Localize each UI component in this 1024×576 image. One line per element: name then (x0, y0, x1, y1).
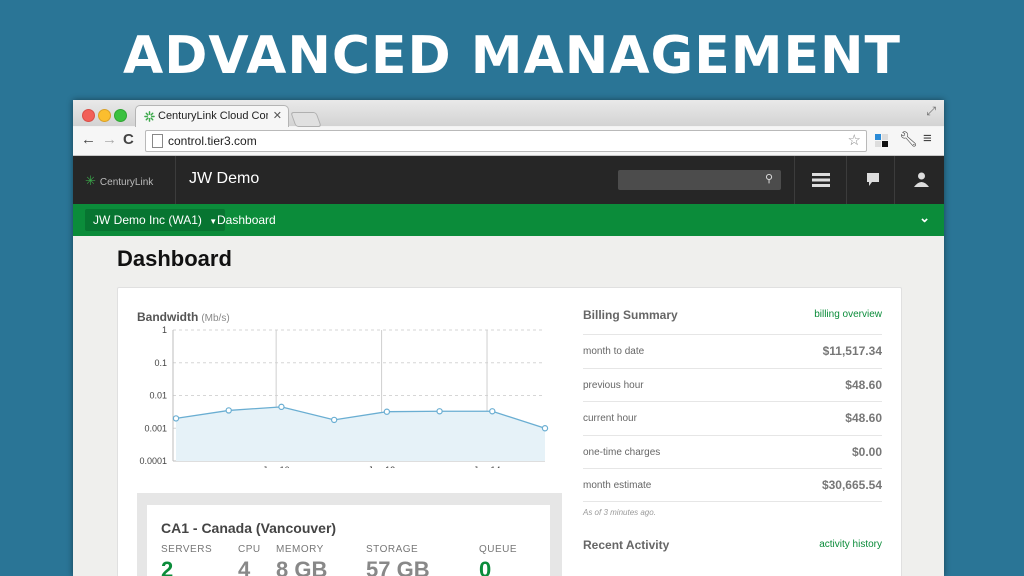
new-tab-button[interactable] (290, 112, 322, 127)
reload-icon[interactable]: C (123, 132, 134, 148)
data-point (541, 425, 549, 432)
billing-row-label: month to date (583, 346, 645, 357)
browser-window: CenturyLink Cloud Control ✕ ⤢ ← → C cont… (73, 100, 944, 576)
main-content: Dashboard Bandwidth (Mb/s) 1 0.1 0.01 0.001 0… (73, 236, 944, 576)
forward-arrow-icon[interactable]: → (102, 132, 117, 148)
server-list-button[interactable] (794, 156, 847, 204)
billing-divider (583, 501, 882, 503)
server-stack-icon (812, 172, 830, 187)
data-point (172, 415, 180, 422)
stat-label-memory: MEMORY (276, 544, 324, 555)
billing-title: Billing Summary (583, 308, 678, 322)
account-title: JW Demo (189, 170, 260, 187)
bandwidth-area (176, 406, 545, 461)
billing-row: month to date $11,517.34 (583, 334, 882, 368)
address-bar[interactable]: control.tier3.com ☆ (145, 130, 867, 152)
data-point (489, 408, 496, 415)
stat-label-cpu: CPU (238, 544, 261, 555)
data-point (436, 408, 443, 415)
stat-value-cpu: 4 (238, 557, 251, 576)
dashboard-card: Bandwidth(Mb/s) 10.10.010.0010.0001Jan 1… (117, 287, 902, 576)
stat-label-servers: SERVERS (161, 544, 213, 555)
stat-label-storage: STORAGE (366, 544, 419, 555)
billing-row-value: $48.60 (845, 378, 882, 392)
bandwidth-chart: 1 0.1 0.01 0.001 0.0001 Jan 10 Jan 12 Jan 14 (139, 325, 549, 468)
x-tick-label: Jan 12 (368, 465, 395, 468)
user-icon (913, 172, 929, 188)
logo-mark-icon: ✳︎ (85, 173, 96, 188)
billing-overview-link[interactable]: billing overview (814, 309, 882, 320)
slide-title: ADVANCED MANAGEMENT (122, 26, 902, 86)
minimize-window-button[interactable] (98, 109, 111, 122)
logo-text: CenturyLink (99, 177, 154, 188)
zoom-window-button[interactable] (114, 109, 127, 122)
breadcrumb-dashboard[interactable]: Dashboard (217, 213, 276, 227)
search-input[interactable] (624, 172, 758, 190)
fullscreen-icon[interactable]: ⤢ (926, 104, 936, 119)
wrench-icon[interactable]: 🔧︎ (899, 130, 918, 148)
back-arrow-icon[interactable]: ← (81, 132, 96, 148)
chevron-down-icon[interactable]: ⌄ (919, 210, 930, 226)
search-icon[interactable]: ⚲ (765, 172, 773, 185)
billing-row: month estimate $30,665.54 (583, 468, 882, 502)
y-tick-label: 0.001 (144, 423, 167, 433)
menu-icon[interactable]: ≡ (923, 130, 932, 147)
x-tick-label: Jan 10 (263, 465, 290, 468)
stat-value-storage: 57 GB (366, 557, 430, 576)
data-point (383, 408, 391, 415)
extension-icon[interactable] (875, 134, 888, 147)
billing-row-label: month estimate (583, 480, 652, 491)
app-header: ✳︎ CenturyLink JW Demo ⚲ (73, 156, 944, 204)
datacenter-name: CA1 - Canada (Vancouver) (161, 520, 337, 536)
billing-row-value: $30,665.54 (821, 478, 882, 492)
billing-row: previous hour $48.60 (583, 368, 882, 402)
stat-label-queue: QUEUE (479, 544, 518, 555)
y-tick-label: 0.1 (154, 358, 167, 368)
stat-value-servers: 2 (161, 557, 174, 576)
context-nav-bar: JW Demo Inc (WA1) ▼ Dashboard ⌄ (73, 204, 944, 236)
y-tick-label: 0.0001 (139, 456, 167, 466)
billing-row-value: $11,517.34 (822, 344, 882, 358)
billing-row-label: one-time charges (583, 447, 661, 458)
activity-history-link[interactable]: activity history (819, 539, 882, 550)
page-title: Dashboard (117, 246, 232, 271)
stat-value-queue: 0 (479, 557, 492, 576)
centurylink-favicon-icon (144, 111, 155, 122)
browser-toolbar: ← → C control.tier3.com ☆ 🔧︎ ≡ (73, 127, 944, 156)
search-box[interactable]: ⚲ (618, 170, 781, 190)
close-window-button[interactable] (82, 109, 95, 122)
stat-value-memory: 8 GB (276, 557, 328, 576)
recent-activity-title: Recent Activity (583, 538, 670, 552)
browser-tab[interactable]: CenturyLink Cloud Control ✕ (135, 105, 289, 128)
billing-row: current hour $48.60 (583, 401, 882, 435)
chat-bubble-icon (867, 173, 879, 187)
datacenter-card[interactable]: CA1 - Canada (Vancouver) SERVERS CPU MEM… (147, 505, 550, 576)
y-tick-label: 0.01 (149, 391, 167, 401)
x-tick-label: Jan 14 (473, 465, 500, 468)
billing-row: one-time charges $0.00 (583, 435, 882, 469)
user-profile-button[interactable] (894, 156, 944, 204)
billing-row-value: $48.60 (845, 411, 882, 425)
account-dropdown[interactable]: JW Demo Inc (WA1) ▼ (85, 209, 226, 231)
billing-timestamp-note: As of 3 minutes ago. (583, 508, 656, 517)
tab-strip: CenturyLink Cloud Control ✕ ⤢ (73, 100, 944, 128)
bookmark-star-icon[interactable]: ☆ (848, 131, 861, 149)
url-text: control.tier3.com (168, 134, 257, 148)
tab-title: CenturyLink Cloud Control (158, 110, 268, 122)
data-point (225, 407, 232, 414)
data-point (278, 403, 285, 411)
billing-row-label: previous hour (583, 380, 644, 391)
data-point (330, 416, 338, 424)
support-chat-button[interactable] (846, 156, 899, 204)
billing-row-value: $0.00 (851, 445, 882, 459)
account-dropdown-label: JW Demo Inc (WA1) (93, 213, 202, 227)
centurylink-logo[interactable]: ✳︎ CenturyLink (85, 173, 153, 189)
datacenter-panel: CA1 - Canada (Vancouver) SERVERS CPU MEM… (137, 493, 562, 576)
header-divider (175, 156, 176, 204)
y-tick-label: 1 (162, 325, 167, 335)
page-icon (152, 134, 163, 148)
caret-down-icon: ▼ (209, 217, 218, 226)
billing-row-label: current hour (583, 413, 637, 424)
close-tab-icon[interactable]: ✕ (273, 109, 282, 122)
